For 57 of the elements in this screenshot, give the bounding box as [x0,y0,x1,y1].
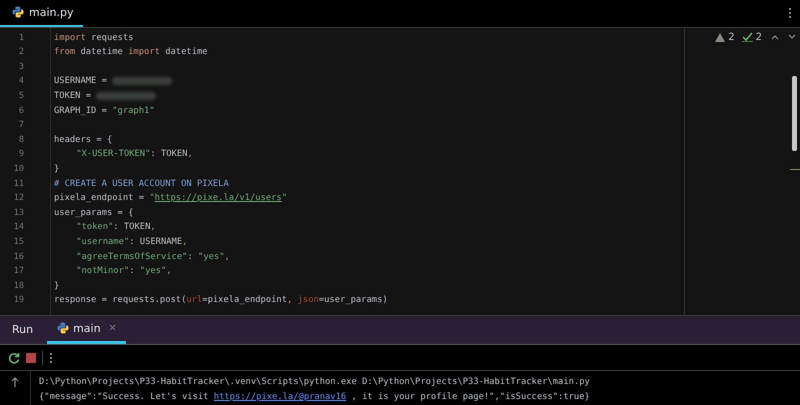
line-number: 2 [18,46,25,60]
code-line: response = requests.post(url=pixela_endpoint, json=user_params) [54,294,389,308]
up-arrow-icon[interactable] [11,377,19,387]
redacted-text-blur [112,77,172,86]
rerun-icon[interactable] [8,352,20,364]
stop-icon[interactable] [26,352,36,363]
code-line: headers = { [54,134,114,147]
python-logo-icon [12,6,24,18]
more-options-icon[interactable] [49,352,53,364]
code-line: "X-USER-TOKEN": TOKEN, [75,148,194,162]
line-number: 7 [18,119,25,132]
line-number: 19 [12,294,25,308]
console-line: {"message":"Success. Let's visit https://pixe.la/@pranav16 , it is your profile page!","isSuccess":true} [39,390,590,405]
error-stripe-mark [790,168,800,170]
line-number: 11 [12,178,25,191]
code-line: user_params = { [54,206,134,220]
console-line: D:\Python\Projects\P33-HabitTracker\.venv\Scripts\python.exe D:\Python\Projects\P33-HabitTracker\main.py [39,376,590,389]
line-number: 15 [12,236,25,250]
line-number: 6 [18,104,25,118]
file-tab[interactable]: main.py [0,0,84,27]
passed-count: 2 [756,32,762,43]
line-number: 12 [12,192,25,206]
line-number: 1 [18,32,25,45]
check-icon[interactable] [742,32,753,42]
close-icon[interactable] [108,324,116,331]
code-line: import requests [54,32,134,45]
console-link[interactable]: https://pixe.la/@pranav16 [214,390,346,405]
code-line: from datetime import datetime [54,46,209,60]
line-number: 13 [12,206,25,220]
code-line: "token": TOKEN, [75,221,157,234]
line-number: 9 [18,148,25,162]
panel-title: Run [11,322,34,338]
warning-icon[interactable] [715,32,726,42]
line-number: 16 [12,250,25,264]
more-options-icon[interactable] [788,7,792,20]
warning-count: 2 [728,32,735,43]
line-number: 10 [12,163,25,176]
line-number: 3 [18,60,25,74]
line-number: 4 [18,75,25,88]
code-line: USERNAME = [54,74,684,90]
code-line: TOKEN = [54,89,684,104]
line-number: 5 [18,90,25,104]
line-number: 17 [12,265,25,278]
code-line: "agreeTermsOfService": "yes", [75,250,231,264]
line-number: 8 [18,134,25,147]
code-line: # CREATE A USER ACCOUNT ON PIXELA [54,178,230,191]
line-number: 14 [12,221,25,234]
code-line: pixela_endpoint = "https://pixe.la/v1/users" [54,192,288,206]
python-logo-icon [57,322,70,334]
scrollbar[interactable] [792,76,797,151]
code-line: "username": USERNAME, [75,236,188,250]
code-line: "notMinor": "yes", [75,265,173,278]
redacted-text-blur [96,92,156,100]
code-line: } [54,163,60,176]
code-line: GRAPH_ID = "graph1" [54,104,156,118]
line-number: 18 [12,280,25,293]
code-line: } [54,280,60,293]
